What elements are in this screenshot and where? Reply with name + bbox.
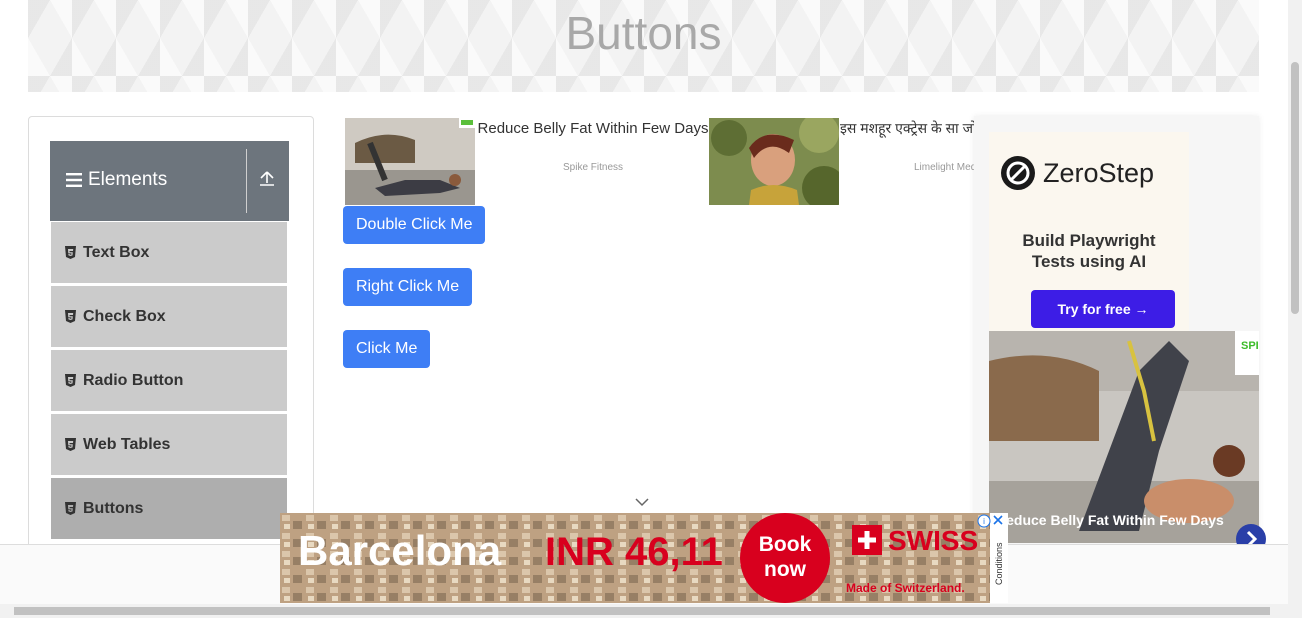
group-title: Elements [66, 169, 167, 191]
ad-price: INR 46,11 [545, 530, 723, 574]
group-title-label: Elements [88, 169, 168, 190]
zerostep-brand: ZeroStep [1043, 157, 1155, 188]
try-for-free-button[interactable]: Try for free → [1031, 290, 1175, 328]
ad-source: Spike Fitness [562, 162, 624, 173]
sidebar-item-radio-button[interactable]: Radio Button [51, 350, 287, 412]
ad-headline: इस मशहूर एक्ट्रेस के सा जो हुआ वो बेहद द [840, 120, 974, 136]
double-click-button[interactable]: Double Click Me [343, 206, 486, 244]
vertical-scrollbar[interactable] [1288, 0, 1302, 604]
sidebar-item-buttons[interactable]: Buttons [51, 478, 287, 540]
horizontal-scrollbar[interactable] [0, 604, 1302, 618]
page-header-banner: Buttons [28, 0, 1259, 92]
sidebar-item-label: Buttons [83, 499, 144, 517]
sidebar-item-text-box[interactable]: Text Box [51, 222, 287, 284]
html5-icon [65, 502, 76, 515]
svg-text:Book: Book [759, 533, 812, 556]
chevron-down-icon[interactable] [635, 497, 649, 507]
svg-text:i: i [983, 517, 985, 526]
elements-group-header[interactable]: Elements [50, 141, 289, 221]
page-title: Buttons [565, 7, 722, 59]
ad-conditions: Conditions [994, 542, 1004, 585]
html5-icon [65, 374, 76, 387]
spike-badge-text: SPIK [1241, 340, 1259, 352]
html5-icon [65, 246, 76, 259]
zerostep-logo-icon [1001, 156, 1035, 190]
sidebar-item-web-tables[interactable]: Web Tables [51, 414, 287, 476]
side-ad-caption: Reduce Belly Fat Within Few Days [996, 512, 1224, 528]
bottom-banner-ad[interactable]: Barcelona INR 46,11 Book now SWISS Made … [280, 513, 1008, 603]
vertical-scrollbar-thumb[interactable] [1291, 62, 1299, 314]
zerostep-ad[interactable]: ZeroStep Build Playwright Tests using AI… [989, 132, 1189, 332]
right-click-button[interactable]: Right Click Me [343, 268, 473, 306]
left-navigation-panel: Elements Text Box Check Box Radio Button… [28, 116, 314, 578]
group-header-divider [246, 149, 247, 213]
sidebar-item-label: Check Box [83, 307, 166, 325]
ad-headline: Reduce Belly Fat Within Few Days [477, 120, 709, 137]
svg-text:now: now [764, 558, 807, 581]
ad-city: Barcelona [298, 527, 502, 574]
hamburger-icon [66, 173, 82, 187]
html5-icon [65, 310, 76, 323]
collapse-arrow-icon[interactable] [258, 169, 276, 192]
side-ad-container[interactable]: ZeroStep Build Playwright Tests using AI… [974, 116, 1266, 554]
ad-thumbnail-image [345, 118, 475, 205]
click-me-button[interactable]: Click Me [343, 330, 431, 368]
swiss-slogan: Made of Switzerland. [846, 581, 965, 595]
sidebar-item-label: Web Tables [83, 435, 171, 453]
sidebar-item-label: Radio Button [83, 371, 184, 389]
zerostep-logo: ZeroStep [1001, 156, 1154, 190]
sidebar-item-check-box[interactable]: Check Box [51, 286, 287, 348]
swiss-brand: SWISS [888, 525, 978, 556]
native-ad-actress[interactable]: इस मशहूर एक्ट्रेस के सा जो हुआ वो बेहद द… [709, 118, 974, 206]
ad-source: Limelight Med [914, 162, 974, 173]
zerostep-tagline: Build Playwright Tests using AI [1022, 231, 1156, 271]
html5-icon [65, 438, 76, 451]
ad-thumbnail-image [709, 118, 839, 205]
native-ad-belly-fat[interactable]: Reduce Belly Fat Within Few Days Spike F… [345, 118, 709, 206]
sidebar-item-label: Text Box [83, 243, 150, 261]
barcelona-ad-image: Barcelona INR 46,11 Book now SWISS Made … [280, 513, 1008, 603]
horizontal-scrollbar-thumb[interactable] [14, 607, 1270, 615]
